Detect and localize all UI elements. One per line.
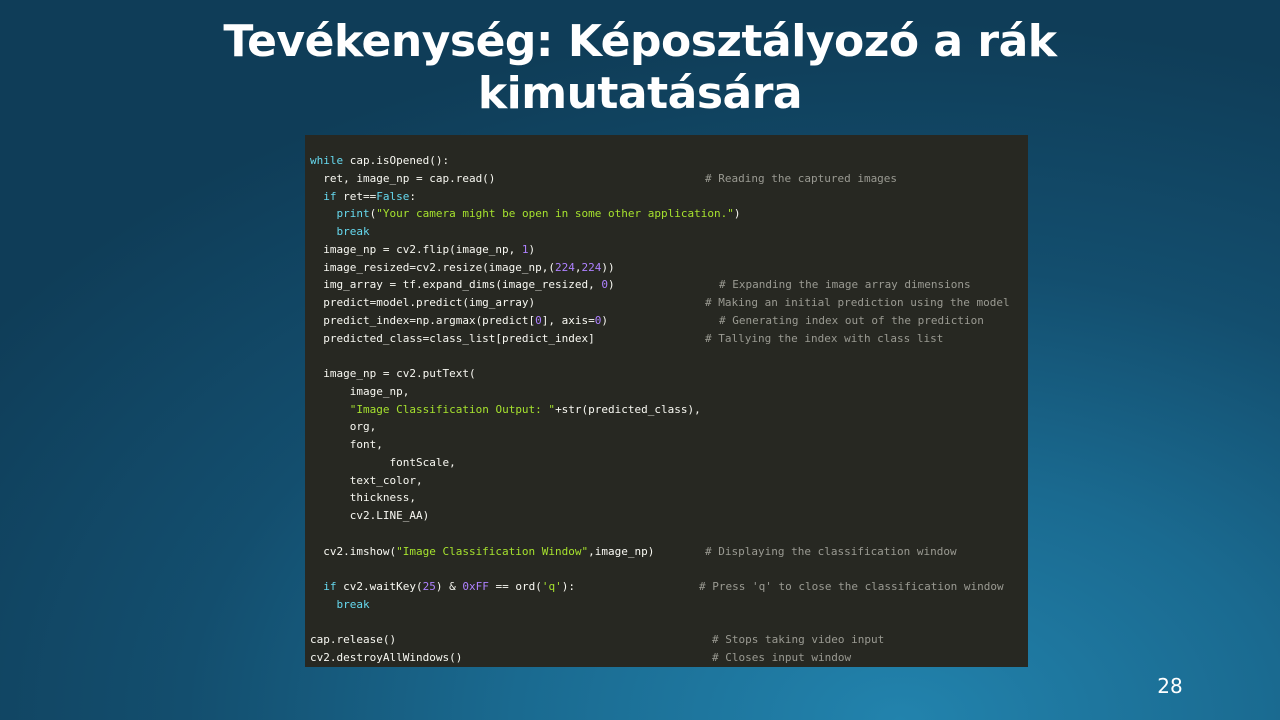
code-token: cv2.LINE_AA)	[310, 509, 430, 522]
code-line: text_color,	[310, 472, 423, 490]
code-token: cv2.destroyAllWindows()	[310, 651, 463, 664]
code-comment: # Tallying the index with class list	[705, 331, 944, 345]
code-token: ,	[574, 260, 582, 274]
code-token: text_color,	[310, 473, 423, 487]
code-line: image_np = cv2.putText(	[310, 365, 476, 383]
code-token: )	[528, 242, 536, 256]
code-token: ):	[561, 580, 575, 593]
code-token: predicted_class=class_list[predict_index…	[310, 331, 595, 345]
code-token: image_np = cv2.putText(	[310, 367, 476, 380]
code-line: ret, image_np = cap.read()	[310, 170, 495, 188]
code-token: 0	[535, 313, 542, 327]
code-line: image_np = cv2.flip(image_np, 1)	[310, 241, 535, 259]
code-token: "Your camera might be open in some other…	[376, 207, 734, 221]
code-token: cv2.imshow(	[310, 544, 397, 558]
code-token: "Image Classification Output: "	[349, 402, 556, 416]
code-token: image_np = cv2.flip(image_np,	[310, 242, 522, 256]
code-token: img_array = tf.expand_dims(image_resized…	[310, 278, 602, 292]
code-comment: # Making an initial prediction using the…	[705, 296, 1010, 309]
code-comment: # Press 'q' to close the classification …	[699, 580, 1004, 593]
code-token: if	[323, 189, 337, 203]
code-token: 224	[555, 260, 575, 274]
code-token: cv2.waitKey(	[336, 580, 423, 593]
code-token: "Image Classification Window"	[396, 544, 589, 558]
code-line: fontScale,	[310, 454, 456, 472]
code-line: org,	[310, 418, 377, 436]
code-token: 224	[581, 260, 602, 274]
code-token: cap.isOpened():	[343, 154, 450, 167]
code-token: while	[310, 154, 344, 167]
code-token: ], axis=	[541, 313, 595, 327]
code-token: +str(predicted_class),	[555, 402, 701, 416]
code-token: :	[409, 189, 416, 203]
code-token: predict=model.predict(img_array)	[310, 296, 536, 309]
code-token: fontScale,	[310, 455, 456, 469]
code-token: ret, image_np = cap.read()	[310, 171, 496, 185]
code-line: cv2.destroyAllWindows()	[310, 649, 462, 667]
code-token: )	[601, 313, 609, 327]
code-comment: # Stops taking video input	[712, 633, 885, 647]
code-token: org,	[310, 420, 377, 434]
code-line: image_resized=cv2.resize(image_np,(224,2…	[310, 259, 615, 277]
slide-title: Tevékenység: Képosztályozó a rák kimutat…	[223, 16, 1057, 119]
code-token: 'q'	[541, 580, 562, 593]
code-comment: # Displaying the classification window	[705, 544, 957, 558]
code-token: == ord(	[488, 580, 542, 593]
code-comment: # Reading the captured images	[705, 171, 898, 185]
code-line: break	[310, 596, 370, 614]
code-token: predict_index=np.argmax(predict[	[310, 313, 536, 327]
code-line: predict=model.predict(img_array)	[310, 294, 535, 312]
code-token: if	[323, 580, 337, 593]
code-token: 25	[422, 580, 436, 593]
code-block: while cap.isOpened(): ret, image_np = ca…	[305, 135, 1028, 667]
code-line: cap.release()	[310, 631, 396, 649]
code-comment: # Closes input window	[712, 651, 852, 664]
code-token: cap.release()	[310, 633, 397, 647]
code-token: ret==	[336, 189, 377, 203]
code-line: image_np,	[310, 383, 410, 401]
code-token: )	[608, 278, 615, 292]
code-token: break	[336, 597, 370, 611]
code-line: font,	[310, 436, 383, 454]
code-line: break	[310, 223, 370, 241]
code-token: image_resized=cv2.resize(image_np,(	[310, 260, 556, 274]
code-line: thickness,	[310, 489, 416, 507]
code-token: print	[336, 207, 370, 221]
code-token: 0xFF	[462, 580, 489, 593]
code-token: font,	[310, 438, 383, 451]
code-token: 1	[521, 242, 529, 256]
code-token: False	[376, 189, 410, 203]
code-comment: # Generating index out of the prediction	[719, 313, 984, 327]
code-line: "Image Classification Output: "+str(pred…	[310, 401, 701, 419]
code-line: cv2.imshow("Image Classification Window"…	[310, 543, 654, 561]
code-line: if cv2.waitKey(25) & 0xFF == ord('q'):	[310, 578, 575, 596]
code-line: if ret==False:	[310, 188, 416, 206]
code-token: break	[336, 225, 370, 238]
code-line: img_array = tf.expand_dims(image_resized…	[310, 276, 615, 294]
code-line: predict_index=np.argmax(predict[0], axis…	[310, 312, 608, 330]
code-token: image_np,	[310, 384, 410, 398]
code-token: ,image_np)	[588, 544, 655, 558]
code-line: while cap.isOpened():	[310, 152, 449, 170]
code-comment: # Expanding the image array dimensions	[719, 278, 971, 292]
code-token: thickness,	[310, 491, 416, 505]
code-token: ))	[601, 260, 615, 274]
page-number: 28	[1157, 674, 1183, 698]
code-token: )	[733, 207, 741, 221]
code-line: cv2.LINE_AA)	[310, 507, 429, 525]
code-line: predicted_class=class_list[predict_index…	[310, 330, 595, 348]
code-line: print("Your camera might be open in some…	[310, 205, 741, 223]
code-token: ) &	[435, 580, 463, 593]
